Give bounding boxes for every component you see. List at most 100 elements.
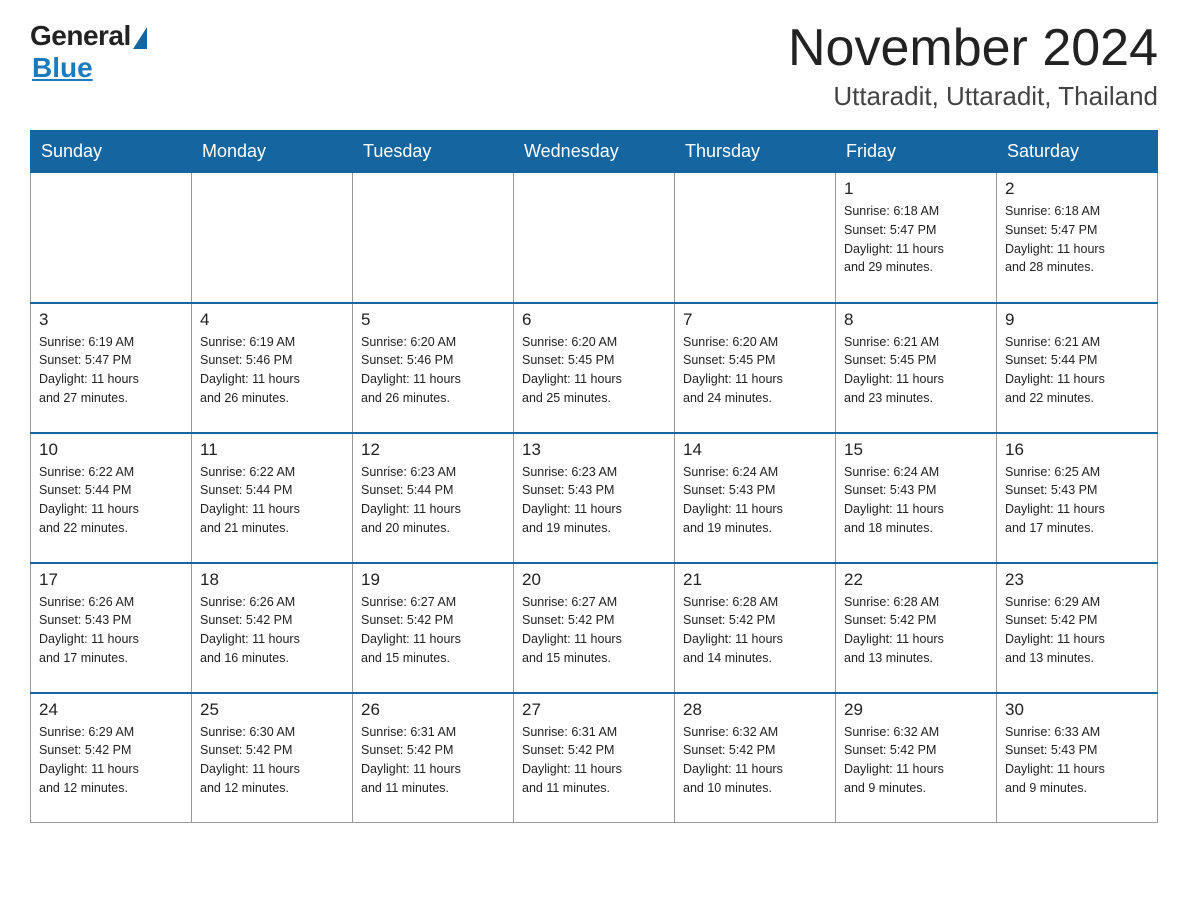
weekday-header-sunday: Sunday	[31, 131, 192, 173]
calendar-cell: 22 Sunrise: 6:28 AMSunset: 5:42 PMDayligh…	[836, 563, 997, 693]
day-info: Sunrise: 6:19 AMSunset: 5:47 PMDaylight:…	[39, 333, 183, 408]
weekday-header-row: SundayMondayTuesdayWednesdayThursdayFrid…	[31, 131, 1158, 173]
day-info: Sunrise: 6:31 AMSunset: 5:42 PMDaylight:…	[522, 723, 666, 798]
day-info: Sunrise: 6:22 AMSunset: 5:44 PMDaylight:…	[200, 463, 344, 538]
day-info: Sunrise: 6:22 AMSunset: 5:44 PMDaylight:…	[39, 463, 183, 538]
calendar-cell: 15Sunrise: 6:24 AMSunset: 5:43 PMDayligh…	[836, 433, 997, 563]
calendar-cell: 19 Sunrise: 6:27 AMSunset: 5:42 PMDayligh…	[353, 563, 514, 693]
calendar-cell	[31, 173, 192, 303]
calendar-cell: 21 Sunrise: 6:28 AMSunset: 5:42 PMDayligh…	[675, 563, 836, 693]
day-number: 30	[1005, 700, 1149, 720]
day-number: 16	[1005, 440, 1149, 460]
day-number: 21	[683, 570, 827, 590]
calendar-cell: 17 Sunrise: 6:26 AMSunset: 5:43 PMDayligh…	[31, 563, 192, 693]
day-number: 7	[683, 310, 827, 330]
calendar-cell: 11 Sunrise: 6:22 AMSunset: 5:44 PMDayligh…	[192, 433, 353, 563]
day-info: Sunrise: 6:20 AMSunset: 5:45 PMDaylight:…	[683, 333, 827, 408]
day-info: Sunrise: 6:23 AMSunset: 5:44 PMDaylight:…	[361, 463, 505, 538]
calendar-cell: 10Sunrise: 6:22 AMSunset: 5:44 PMDayligh…	[31, 433, 192, 563]
day-number: 5	[361, 310, 505, 330]
day-number: 29	[844, 700, 988, 720]
day-info: Sunrise: 6:26 AMSunset: 5:43 PMDaylight:…	[39, 593, 183, 668]
calendar-cell: 13 Sunrise: 6:23 AMSunset: 5:43 PMDayligh…	[514, 433, 675, 563]
day-number: 11	[200, 440, 344, 460]
title-block: November 2024 Uttaradit, Uttaradit, Thai…	[788, 20, 1158, 112]
day-info: Sunrise: 6:21 AMSunset: 5:44 PMDaylight:…	[1005, 333, 1149, 408]
day-info: Sunrise: 6:25 AMSunset: 5:43 PMDaylight:…	[1005, 463, 1149, 538]
calendar-cell: 8 Sunrise: 6:21 AMSunset: 5:45 PMDaylight…	[836, 303, 997, 433]
logo: General Blue	[30, 20, 147, 84]
calendar-week-row: 17 Sunrise: 6:26 AMSunset: 5:43 PMDayligh…	[31, 563, 1158, 693]
calendar-cell: 27 Sunrise: 6:31 AMSunset: 5:42 PMDayligh…	[514, 693, 675, 823]
logo-triangle-icon	[133, 27, 147, 49]
day-number: 12	[361, 440, 505, 460]
day-number: 19	[361, 570, 505, 590]
day-info: Sunrise: 6:20 AMSunset: 5:45 PMDaylight:…	[522, 333, 666, 408]
location-title: Uttaradit, Uttaradit, Thailand	[788, 81, 1158, 112]
day-info: Sunrise: 6:28 AMSunset: 5:42 PMDaylight:…	[683, 593, 827, 668]
calendar-table: SundayMondayTuesdayWednesdayThursdayFrid…	[30, 130, 1158, 823]
calendar-cell: 30 Sunrise: 6:33 AMSunset: 5:43 PMDayligh…	[997, 693, 1158, 823]
day-info: Sunrise: 6:29 AMSunset: 5:42 PMDaylight:…	[39, 723, 183, 798]
logo-blue-text: Blue	[32, 52, 93, 84]
calendar-cell	[192, 173, 353, 303]
weekday-header-tuesday: Tuesday	[353, 131, 514, 173]
calendar-cell: 24Sunrise: 6:29 AMSunset: 5:42 PMDayligh…	[31, 693, 192, 823]
calendar-cell	[675, 173, 836, 303]
day-info: Sunrise: 6:32 AMSunset: 5:42 PMDaylight:…	[844, 723, 988, 798]
day-info: Sunrise: 6:33 AMSunset: 5:43 PMDaylight:…	[1005, 723, 1149, 798]
day-number: 20	[522, 570, 666, 590]
day-info: Sunrise: 6:27 AMSunset: 5:42 PMDaylight:…	[361, 593, 505, 668]
calendar-cell: 14 Sunrise: 6:24 AMSunset: 5:43 PMDayligh…	[675, 433, 836, 563]
day-info: Sunrise: 6:30 AMSunset: 5:42 PMDaylight:…	[200, 723, 344, 798]
day-number: 8	[844, 310, 988, 330]
calendar-cell: 18Sunrise: 6:26 AMSunset: 5:42 PMDayligh…	[192, 563, 353, 693]
day-number: 14	[683, 440, 827, 460]
day-number: 23	[1005, 570, 1149, 590]
calendar-cell: 28Sunrise: 6:32 AMSunset: 5:42 PMDayligh…	[675, 693, 836, 823]
weekday-header-friday: Friday	[836, 131, 997, 173]
calendar-cell: 16 Sunrise: 6:25 AMSunset: 5:43 PMDayligh…	[997, 433, 1158, 563]
day-number: 17	[39, 570, 183, 590]
calendar-cell: 6 Sunrise: 6:20 AMSunset: 5:45 PMDaylight…	[514, 303, 675, 433]
calendar-week-row: 10Sunrise: 6:22 AMSunset: 5:44 PMDayligh…	[31, 433, 1158, 563]
day-info: Sunrise: 6:18 AMSunset: 5:47 PMDaylight:…	[844, 202, 988, 277]
weekday-header-thursday: Thursday	[675, 131, 836, 173]
day-info: Sunrise: 6:24 AMSunset: 5:43 PMDaylight:…	[844, 463, 988, 538]
calendar-cell: 20Sunrise: 6:27 AMSunset: 5:42 PMDayligh…	[514, 563, 675, 693]
calendar-week-row: 3 Sunrise: 6:19 AMSunset: 5:47 PMDaylight…	[31, 303, 1158, 433]
calendar-cell: 29 Sunrise: 6:32 AMSunset: 5:42 PMDayligh…	[836, 693, 997, 823]
day-info: Sunrise: 6:31 AMSunset: 5:42 PMDaylight:…	[361, 723, 505, 798]
day-number: 1	[844, 179, 988, 199]
calendar-cell: 2 Sunrise: 6:18 AMSunset: 5:47 PMDaylight…	[997, 173, 1158, 303]
day-info: Sunrise: 6:28 AMSunset: 5:42 PMDaylight:…	[844, 593, 988, 668]
day-number: 13	[522, 440, 666, 460]
calendar-cell: 9 Sunrise: 6:21 AMSunset: 5:44 PMDaylight…	[997, 303, 1158, 433]
day-number: 3	[39, 310, 183, 330]
day-info: Sunrise: 6:19 AMSunset: 5:46 PMDaylight:…	[200, 333, 344, 408]
day-info: Sunrise: 6:29 AMSunset: 5:42 PMDaylight:…	[1005, 593, 1149, 668]
calendar-cell: 12 Sunrise: 6:23 AMSunset: 5:44 PMDayligh…	[353, 433, 514, 563]
day-number: 27	[522, 700, 666, 720]
weekday-header-monday: Monday	[192, 131, 353, 173]
calendar-week-row: 24Sunrise: 6:29 AMSunset: 5:42 PMDayligh…	[31, 693, 1158, 823]
day-number: 2	[1005, 179, 1149, 199]
calendar-cell: 26Sunrise: 6:31 AMSunset: 5:42 PMDayligh…	[353, 693, 514, 823]
day-info: Sunrise: 6:23 AMSunset: 5:43 PMDaylight:…	[522, 463, 666, 538]
calendar-cell	[353, 173, 514, 303]
day-number: 22	[844, 570, 988, 590]
month-title: November 2024	[788, 20, 1158, 77]
weekday-header-saturday: Saturday	[997, 131, 1158, 173]
weekday-header-wednesday: Wednesday	[514, 131, 675, 173]
day-info: Sunrise: 6:18 AMSunset: 5:47 PMDaylight:…	[1005, 202, 1149, 277]
day-number: 9	[1005, 310, 1149, 330]
calendar-cell: 3 Sunrise: 6:19 AMSunset: 5:47 PMDaylight…	[31, 303, 192, 433]
calendar-cell	[514, 173, 675, 303]
day-number: 28	[683, 700, 827, 720]
day-number: 6	[522, 310, 666, 330]
calendar-cell: 23 Sunrise: 6:29 AMSunset: 5:42 PMDayligh…	[997, 563, 1158, 693]
day-number: 18	[200, 570, 344, 590]
page-header: General Blue November 2024 Uttaradit, Ut…	[30, 20, 1158, 112]
day-info: Sunrise: 6:24 AMSunset: 5:43 PMDaylight:…	[683, 463, 827, 538]
day-info: Sunrise: 6:21 AMSunset: 5:45 PMDaylight:…	[844, 333, 988, 408]
